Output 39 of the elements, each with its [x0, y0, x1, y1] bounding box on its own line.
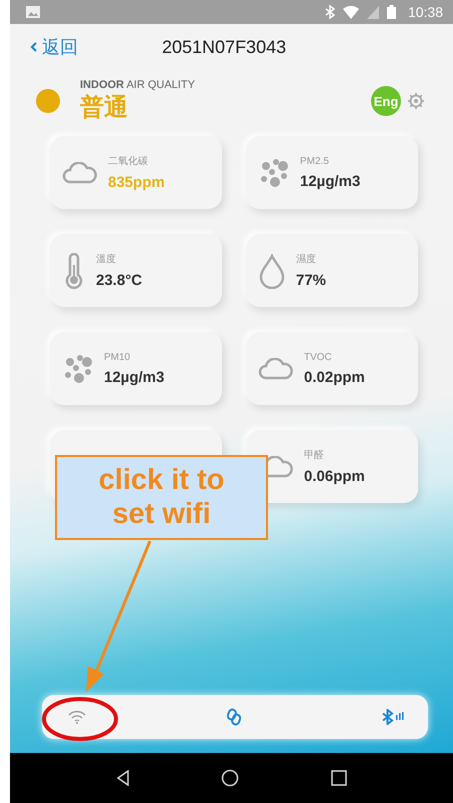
- metric-label: 二氧化碳: [108, 154, 149, 168]
- back-link[interactable]: 返回: [30, 35, 78, 59]
- language-button[interactable]: Eng: [371, 86, 401, 116]
- air-quality-status: 普通: [80, 92, 129, 123]
- metric-label: PM10: [104, 352, 132, 362]
- drop-icon: [258, 252, 286, 288]
- image-icon: [26, 6, 40, 18]
- dots-icon: [258, 156, 290, 188]
- wifi-icon[interactable]: [68, 710, 86, 724]
- callout-text: click it to set wifi: [98, 464, 226, 531]
- wifi-icon: [342, 6, 359, 18]
- device-title: 2051N07F3043: [162, 36, 286, 58]
- metric-label: 濕度: [296, 252, 317, 266]
- link-icon[interactable]: [227, 708, 241, 726]
- metric-value: 12µg/m3: [300, 172, 360, 190]
- cloud-icon: [258, 358, 294, 380]
- status-time: 10:38: [408, 4, 443, 20]
- cloud-icon: [62, 162, 98, 184]
- air-quality-label: INDOOR AIR QUALITY: [80, 79, 196, 91]
- metric-value: 0.06ppm: [304, 468, 365, 485]
- settings-icon[interactable]: [407, 92, 425, 110]
- metric-value: 12µg/m3: [104, 368, 164, 386]
- back-nav-icon[interactable]: [116, 770, 130, 786]
- metric-label: 溫度: [96, 252, 117, 266]
- signal-icon: [366, 6, 379, 18]
- dots-icon: [62, 352, 94, 384]
- bluetooth-signal-icon[interactable]: [382, 709, 404, 725]
- chevron-icon: [30, 41, 38, 53]
- metric-label: TVOC: [304, 352, 333, 362]
- bluetooth-icon: [324, 5, 335, 19]
- home-nav-icon[interactable]: [221, 769, 240, 787]
- metric-label: PM2.5: [300, 156, 330, 166]
- metric-value: 23.8°C: [96, 272, 142, 289]
- metric-value: 835ppm: [108, 174, 165, 191]
- recents-nav-icon[interactable]: [331, 770, 348, 786]
- metric-value: 0.02ppm: [304, 368, 365, 386]
- metric-value: 77%: [296, 272, 326, 289]
- battery-icon: [386, 5, 396, 19]
- metric-label: 甲醛: [304, 448, 325, 462]
